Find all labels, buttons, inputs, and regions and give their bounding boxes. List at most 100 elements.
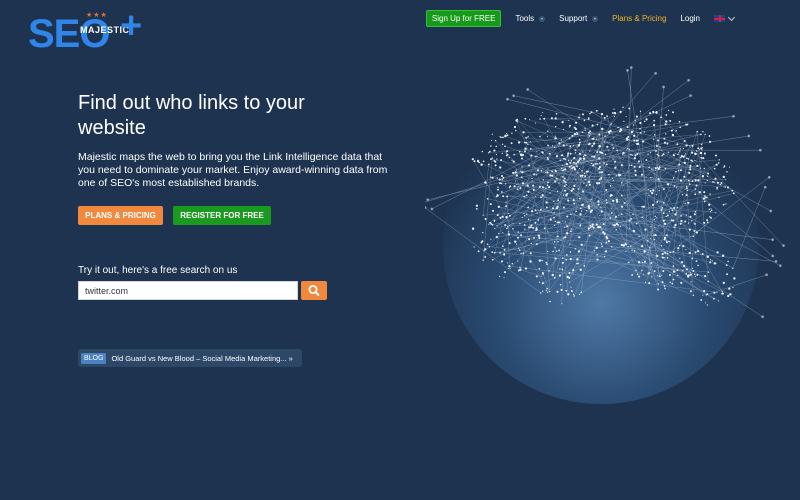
globe-ray-dot bbox=[758, 148, 762, 152]
globe-node-dot bbox=[546, 156, 549, 159]
nav-item-plans-pricing[interactable]: Plans & Pricing bbox=[612, 14, 666, 23]
globe-node-dot bbox=[680, 156, 682, 159]
globe-node-dot bbox=[486, 197, 489, 200]
globe-node-dot bbox=[560, 288, 563, 291]
globe-node-dot bbox=[702, 157, 705, 160]
globe-node-dot bbox=[555, 112, 558, 115]
globe-node-dot bbox=[557, 240, 559, 243]
globe-node-dot bbox=[602, 231, 605, 234]
globe-node-dot bbox=[524, 228, 526, 230]
nav-item-login[interactable]: Login bbox=[680, 14, 700, 23]
globe-node-dot bbox=[706, 304, 709, 306]
globe-node-dot bbox=[677, 169, 680, 172]
globe-node-dot bbox=[715, 212, 717, 214]
caret-down-icon bbox=[592, 15, 599, 22]
globe-node-dot bbox=[551, 145, 554, 147]
signup-button[interactable]: Sign Up for FREE bbox=[425, 10, 502, 27]
globe-node-dot bbox=[580, 210, 583, 212]
globe-node-dot bbox=[694, 211, 697, 213]
globe-node-dot bbox=[554, 257, 557, 260]
language-selector[interactable] bbox=[714, 13, 736, 22]
globe-node-dot bbox=[718, 196, 720, 198]
globe-node-dot bbox=[512, 160, 515, 163]
globe-node-dot bbox=[555, 177, 558, 180]
globe-node-dot bbox=[728, 166, 731, 168]
globe-node-dot bbox=[547, 168, 549, 170]
globe-node-dot bbox=[554, 126, 557, 128]
globe-node-dot bbox=[694, 193, 697, 196]
globe-node-dot bbox=[637, 261, 641, 264]
globe-node-dot bbox=[643, 120, 646, 123]
globe-node-dot bbox=[705, 196, 708, 199]
globe-node-dot bbox=[661, 154, 663, 157]
globe-node-dot bbox=[588, 131, 590, 134]
globe-node-dot bbox=[568, 124, 572, 127]
globe-node-dot bbox=[508, 156, 510, 159]
globe-node-dot bbox=[653, 119, 656, 122]
globe-node-dot bbox=[546, 171, 549, 174]
globe-node-dot bbox=[574, 152, 577, 154]
globe-node-dot bbox=[654, 215, 657, 218]
globe-node-dot bbox=[603, 162, 605, 164]
globe-node-dot bbox=[645, 118, 648, 121]
globe-node-dot bbox=[600, 171, 604, 174]
nav-item-support[interactable]: Support bbox=[559, 14, 599, 23]
globe-node-dot bbox=[496, 177, 498, 179]
globe-node-dot bbox=[506, 150, 509, 153]
globe-node-dot bbox=[675, 170, 677, 173]
blog-ticker[interactable]: BLOG Old Guard vs New Blood – Social Med… bbox=[78, 349, 302, 367]
globe-node-dot bbox=[562, 194, 564, 196]
globe-node-dot bbox=[517, 260, 519, 262]
globe-node-dot bbox=[560, 139, 563, 141]
globe-node-dot bbox=[565, 162, 569, 166]
search-input[interactable] bbox=[78, 281, 298, 300]
globe-node-dot bbox=[491, 209, 495, 212]
globe-node-dot bbox=[534, 156, 537, 158]
blog-post-link[interactable]: Old Guard vs New Blood – Social Media Ma… bbox=[111, 354, 292, 363]
globe-node-dot bbox=[529, 252, 532, 255]
globe-node-dot bbox=[519, 266, 521, 268]
globe-node-dot bbox=[517, 231, 519, 233]
register-free-button[interactable]: REGISTER FOR FREE bbox=[173, 206, 271, 225]
globe-node-dot bbox=[677, 153, 679, 156]
nav-item-tools[interactable]: Tools bbox=[515, 14, 546, 23]
globe-ray-dot bbox=[771, 254, 775, 258]
plans-pricing-button[interactable]: PLANS & PRICING bbox=[78, 206, 163, 225]
globe-node-dot bbox=[601, 245, 603, 248]
globe-node-dot bbox=[651, 192, 654, 195]
globe-node-dot bbox=[550, 117, 553, 120]
globe-node-dot bbox=[554, 117, 557, 120]
globe-node-dot bbox=[568, 126, 570, 128]
globe-node-dot bbox=[554, 247, 556, 249]
globe-node-dot bbox=[713, 297, 715, 299]
globe-node-dot bbox=[521, 166, 523, 168]
globe-node-dot bbox=[614, 166, 617, 169]
globe-node-dot bbox=[654, 169, 656, 171]
search-prompt: Try it out, here's a free search on us bbox=[78, 265, 238, 276]
globe-node-dot bbox=[691, 220, 693, 222]
globe-node-dot bbox=[596, 163, 598, 165]
globe-node-dot bbox=[599, 162, 601, 164]
globe-node-dot bbox=[490, 238, 492, 240]
globe-node-dot bbox=[581, 113, 584, 116]
globe-node-dot bbox=[690, 281, 692, 283]
globe-node-dot bbox=[569, 251, 572, 253]
globe-node-dot bbox=[658, 180, 660, 182]
globe-node-dot bbox=[726, 171, 728, 173]
search-button[interactable] bbox=[301, 281, 327, 300]
globe-node-dot bbox=[543, 227, 546, 230]
globe-node-dot bbox=[482, 214, 484, 216]
globe-node-dot bbox=[506, 226, 509, 228]
globe-node-dot bbox=[570, 228, 572, 230]
globe-node-dot bbox=[502, 232, 504, 234]
globe-node-dot bbox=[591, 144, 594, 147]
globe-node-dot bbox=[669, 119, 672, 122]
globe-node-dot bbox=[507, 233, 511, 236]
globe-ray-dot bbox=[732, 114, 735, 118]
logo[interactable]: SEO ★★★ MAJESTIC + bbox=[28, 5, 148, 58]
globe-node-dot bbox=[699, 151, 703, 155]
globe-node-dot bbox=[580, 291, 583, 293]
globe-node-dot bbox=[583, 154, 586, 156]
globe-node-dot bbox=[547, 231, 549, 233]
globe-node-dot bbox=[548, 269, 550, 272]
